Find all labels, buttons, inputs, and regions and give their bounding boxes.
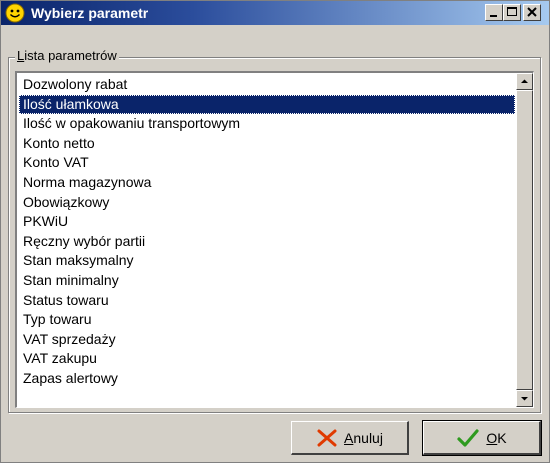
list-item[interactable]: Dozwolony rabat <box>19 75 515 95</box>
scroll-down-button[interactable] <box>516 390 533 407</box>
dialog-window: Wybierz parametr Lista parametrów Dozwol… <box>0 0 550 463</box>
vertical-scrollbar[interactable] <box>516 73 533 407</box>
minimize-icon <box>490 15 497 17</box>
list-item[interactable]: VAT sprzedaży <box>19 330 515 350</box>
list-item[interactable]: Norma magazynowa <box>19 173 515 193</box>
minimize-button[interactable] <box>485 4 503 21</box>
list-item[interactable]: Konto netto <box>19 134 515 154</box>
smiley-face-icon <box>5 3 25 23</box>
cancel-button[interactable]: Anuluj <box>291 421 409 455</box>
list-item[interactable]: VAT zakupu <box>19 349 515 369</box>
scroll-up-button[interactable] <box>516 73 533 90</box>
ok-label: OK <box>486 429 507 446</box>
window-title: Wybierz parametr <box>31 5 149 21</box>
arrow-down-icon <box>521 397 528 401</box>
arrow-up-icon <box>521 79 528 83</box>
list-item[interactable]: Ręczny wybór partii <box>19 232 515 252</box>
list-item[interactable]: Status towaru <box>19 291 515 311</box>
parameter-list: Dozwolony rabat Ilość ułamkowa Ilość w opa… <box>19 75 515 389</box>
list-item[interactable]: Zapas alertowy <box>19 369 515 389</box>
red-x-icon <box>317 429 337 446</box>
maximize-button[interactable] <box>503 4 521 21</box>
list-item[interactable]: Ilość ułamkowa <box>19 94 515 115</box>
cancel-label: Anuluj <box>344 429 383 446</box>
close-button[interactable] <box>523 4 541 21</box>
list-item[interactable]: PKWiU <box>19 212 515 232</box>
list-item[interactable]: Ilość w opakowaniu transportowym <box>19 114 515 134</box>
close-icon <box>527 7 537 17</box>
scroll-thumb[interactable] <box>516 90 533 390</box>
list-item[interactable]: Stan minimalny <box>19 271 515 291</box>
list-item[interactable]: Konto VAT <box>19 153 515 173</box>
group-label: Lista parametrów <box>15 48 119 64</box>
list-item[interactable]: Obowiązkowy <box>19 193 515 213</box>
maximize-icon <box>507 7 517 16</box>
green-checkmark-icon <box>457 428 479 447</box>
list-item[interactable]: Stan maksymalny <box>19 251 515 271</box>
ok-button[interactable]: OK <box>422 420 542 456</box>
title-bar[interactable]: Wybierz parametr <box>1 1 549 25</box>
parameter-listbox[interactable]: Dozwolony rabat Ilość ułamkowa Ilość w opa… <box>15 71 534 408</box>
list-item[interactable]: Typ towaru <box>19 310 515 330</box>
